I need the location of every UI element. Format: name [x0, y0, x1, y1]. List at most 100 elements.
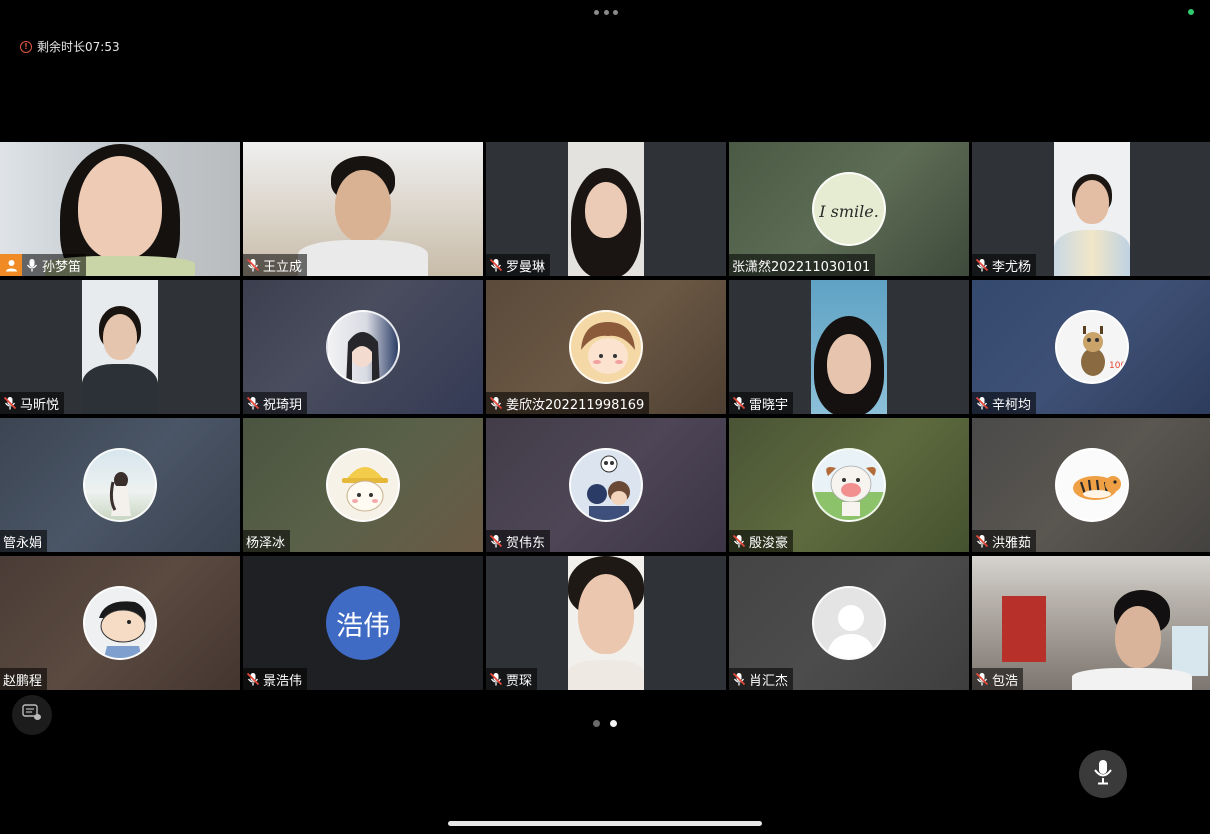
microphone-muted-icon: [732, 534, 746, 548]
participant-name: 赵鹏程: [3, 673, 43, 689]
microphone-muted-icon: [975, 258, 989, 272]
participant-tile[interactable]: 雷晓宇: [729, 280, 969, 414]
participant-tile[interactable]: 杨泽冰: [243, 418, 483, 552]
microphone-on-icon: [25, 258, 39, 272]
participant-avatar: [812, 586, 886, 660]
participant-tile[interactable]: 管永娟: [0, 418, 240, 552]
participant-tile[interactable]: 贺伟东: [486, 418, 726, 552]
participant-tile[interactable]: 贾琛: [486, 556, 726, 690]
microphone-muted-icon: [732, 396, 746, 410]
participant-name: 贾琛: [506, 673, 533, 689]
participant-name: 罗曼琳: [506, 259, 546, 275]
participant-grid: 孙梦笛 王立成 罗曼琳 I smile. 张潇然202211030101 李尤杨…: [0, 142, 1210, 692]
participant-video: [568, 142, 644, 276]
participant-tile[interactable]: 殷浚豪: [729, 418, 969, 552]
participant-name: 杨泽冰: [246, 535, 286, 551]
home-indicator[interactable]: [448, 821, 762, 826]
participant-avatar: [812, 448, 886, 522]
participant-name: 姜欣汝202211998169: [506, 397, 645, 413]
participant-tile[interactable]: 马昕悦: [0, 280, 240, 414]
participant-name: 肖汇杰: [749, 673, 789, 689]
participant-label: 景浩伟: [243, 668, 308, 690]
participant-label: 肖汇杰: [729, 668, 794, 690]
participant-name: 雷晓宇: [749, 397, 789, 413]
participant-tile[interactable]: 姜欣汝202211998169: [486, 280, 726, 414]
microphone-muted-icon: [732, 672, 746, 686]
participant-label: 洪雅茹: [972, 530, 1037, 552]
participant-name: 王立成: [263, 259, 303, 275]
participant-tile[interactable]: 肖汇杰: [729, 556, 969, 690]
participant-tile[interactable]: 浩伟 景浩伟: [243, 556, 483, 690]
participant-label: 管永娟: [0, 530, 48, 552]
participant-name: 管永娟: [3, 535, 43, 551]
participant-video: [811, 280, 887, 414]
page-dot-2[interactable]: [610, 720, 617, 727]
participant-label: 马昕悦: [0, 392, 65, 414]
participant-label: 包浩: [972, 668, 1024, 690]
participant-video: [82, 280, 158, 414]
participant-label: 王立成: [243, 254, 308, 276]
participant-tile[interactable]: 赵鹏程: [0, 556, 240, 690]
participant-avatar: [569, 310, 643, 384]
participant-tile[interactable]: 罗曼琳: [486, 142, 726, 276]
participant-tile[interactable]: 王立成: [243, 142, 483, 276]
participant-name: 洪雅茹: [992, 535, 1032, 551]
microphone-muted-icon: [3, 396, 17, 410]
participant-name: 李尤杨: [992, 259, 1032, 275]
microphone-muted-icon: [489, 258, 503, 272]
participant-label: 孙梦笛: [0, 254, 87, 276]
chat-bubble-icon: [22, 704, 42, 726]
participant-label: 祝琦玥: [243, 392, 308, 414]
participant-name: 辛柯均: [992, 397, 1032, 413]
remaining-time: ! 剩余时长07:53: [20, 38, 120, 55]
participant-name: 祝琦玥: [263, 397, 303, 413]
participant-avatar: [83, 586, 157, 660]
participant-avatar: 浩伟: [326, 586, 400, 660]
microphone-button[interactable]: [1079, 750, 1127, 798]
avatar-text: I smile.: [819, 202, 879, 221]
participant-label: 赵鹏程: [0, 668, 48, 690]
microphone-muted-icon: [975, 534, 989, 548]
remaining-time-text: 剩余时长07:53: [37, 40, 120, 54]
microphone-muted-icon: [489, 396, 503, 410]
participant-label: 贺伟东: [486, 530, 551, 552]
participant-label: 张潇然202211030101: [729, 254, 876, 276]
participant-label: 罗曼琳: [486, 254, 551, 276]
participant-label: 贾琛: [486, 668, 538, 690]
participant-video: [568, 556, 644, 690]
participant-name: 马昕悦: [20, 397, 60, 413]
participant-name: 孙梦笛: [42, 259, 82, 275]
chat-button[interactable]: [12, 695, 52, 735]
ellipsis-icon: [594, 9, 599, 15]
participant-name: 景浩伟: [263, 673, 303, 689]
participant-name: 贺伟东: [506, 535, 546, 551]
avatar-text: 浩伟: [336, 610, 390, 642]
microphone-muted-icon: [975, 396, 989, 410]
participant-tile[interactable]: 洪雅茹: [972, 418, 1210, 552]
participant-label: 杨泽冰: [243, 530, 291, 552]
participant-tile[interactable]: 孙梦笛: [0, 142, 240, 276]
participant-label: 姜欣汝202211998169: [486, 392, 650, 414]
svg-text:100: 100: [1109, 361, 1126, 371]
participant-tile[interactable]: I smile. 张潇然202211030101: [729, 142, 969, 276]
pagination: [593, 720, 617, 727]
participant-tile[interactable]: 李尤杨: [972, 142, 1210, 276]
participant-label: 殷浚豪: [729, 530, 794, 552]
participant-label: 雷晓宇: [729, 392, 794, 414]
participant-avatar: [1055, 448, 1129, 522]
page-dot-1[interactable]: [593, 720, 600, 727]
info-circle-icon: !: [20, 40, 32, 53]
more-options-button[interactable]: [594, 8, 618, 16]
participant-avatar: [569, 448, 643, 522]
participant-tile[interactable]: 祝琦玥: [243, 280, 483, 414]
participant-tile[interactable]: 100 辛柯均: [972, 280, 1210, 414]
microphone-muted-icon: [246, 396, 260, 410]
participant-avatar: [326, 310, 400, 384]
participant-name: 张潇然202211030101: [732, 259, 871, 275]
participant-avatar: [326, 448, 400, 522]
participant-avatar: 100: [1055, 310, 1129, 384]
microphone-muted-icon: [246, 672, 260, 686]
participant-tile[interactable]: 包浩: [972, 556, 1210, 690]
microphone-muted-icon: [246, 258, 260, 272]
microphone-icon: [1092, 759, 1114, 789]
